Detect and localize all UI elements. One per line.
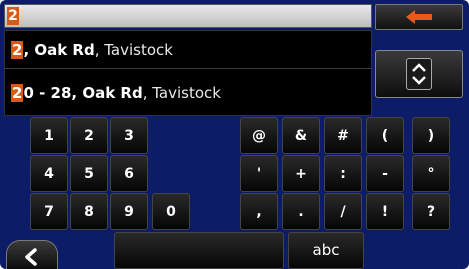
key-6[interactable]: 6 — [110, 155, 148, 192]
result-match: 2 — [11, 84, 24, 102]
abc-key[interactable]: abc — [288, 232, 364, 269]
left-arrow-icon — [406, 10, 432, 24]
key-colon[interactable]: : — [324, 155, 362, 192]
key-period[interactable]: . — [282, 193, 320, 230]
key-ampersand[interactable]: & — [282, 117, 320, 154]
key-8[interactable]: 8 — [70, 193, 108, 230]
key-comma[interactable]: , — [240, 193, 278, 230]
result-match: 2 — [11, 41, 24, 59]
key-open-paren[interactable]: ( — [366, 117, 404, 154]
key-close-paren[interactable]: ) — [412, 117, 450, 154]
scroll-results-button[interactable] — [375, 50, 463, 98]
key-at[interactable]: @ — [240, 117, 278, 154]
key-1[interactable]: 1 — [30, 117, 68, 154]
key-0[interactable]: 0 — [152, 193, 190, 230]
key-minus[interactable]: - — [366, 155, 404, 192]
chevron-left-icon — [25, 248, 37, 266]
key-5[interactable]: 5 — [70, 155, 108, 192]
key-4[interactable]: 4 — [30, 155, 68, 192]
space-key[interactable] — [114, 232, 284, 269]
key-hash[interactable]: # — [324, 117, 362, 154]
search-input[interactable]: 2 — [4, 4, 372, 28]
back-button[interactable] — [6, 240, 58, 269]
key-2[interactable]: 2 — [70, 117, 108, 154]
result-item-1[interactable]: 2, Oak Rd, Tavistock — [5, 31, 371, 69]
key-degree[interactable]: ° — [412, 155, 450, 192]
up-down-chevron-icon — [406, 58, 432, 90]
key-plus[interactable]: + — [282, 155, 320, 192]
results-list: 2, Oak Rd, Tavistock 20 - 28, Oak Rd, Ta… — [4, 30, 372, 116]
keyboard-screen: 2 2, Oak Rd, Tavistock 20 - 28, Oak Rd, … — [0, 0, 469, 269]
key-9[interactable]: 9 — [110, 193, 148, 230]
result-item-2[interactable]: 20 - 28, Oak Rd, Tavistock — [5, 73, 371, 113]
key-slash[interactable]: / — [324, 193, 362, 230]
key-apostrophe[interactable]: ' — [240, 155, 278, 192]
key-exclamation[interactable]: ! — [366, 193, 404, 230]
result-street: , Oak Rd — [23, 41, 95, 59]
search-input-value: 2 — [7, 7, 19, 25]
result-town: , Tavistock — [142, 84, 221, 102]
result-town: , Tavistock — [94, 41, 173, 59]
result-street: 0 - 28, Oak Rd — [23, 84, 143, 102]
backspace-button[interactable] — [375, 4, 463, 30]
key-7[interactable]: 7 — [30, 193, 68, 230]
key-3[interactable]: 3 — [110, 117, 148, 154]
key-question[interactable]: ? — [412, 193, 450, 230]
